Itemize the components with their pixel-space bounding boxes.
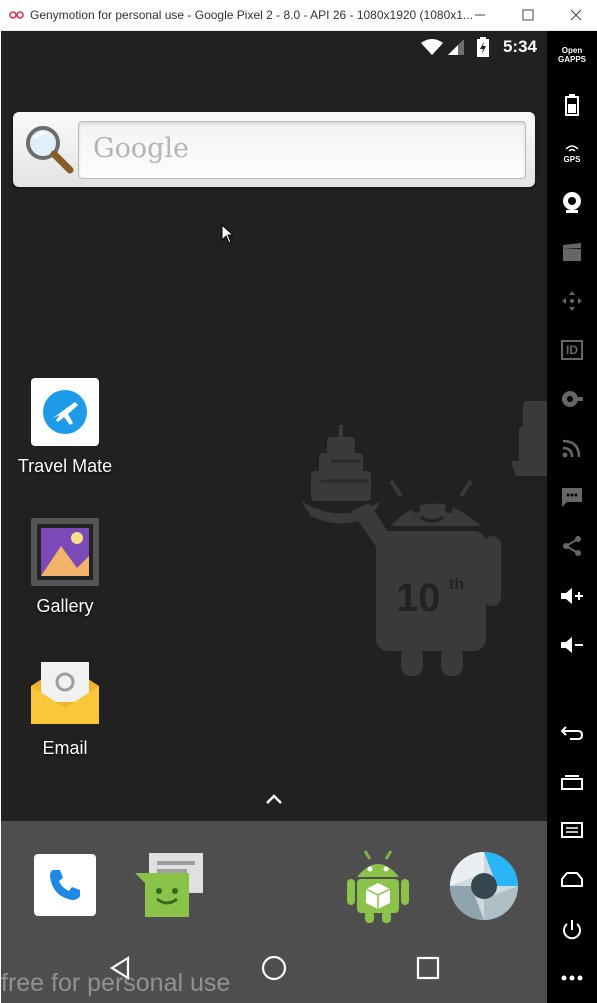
more-button[interactable] bbox=[547, 960, 597, 996]
close-icon[interactable] bbox=[566, 6, 586, 24]
app-label-email: Email bbox=[42, 738, 88, 758]
home-button[interactable] bbox=[547, 861, 597, 897]
phone-icon[interactable] bbox=[34, 854, 96, 916]
open-gapps-label-1: Open bbox=[561, 46, 583, 55]
sms-icon bbox=[562, 488, 582, 507]
open-gapps-label-2: GAPPS bbox=[557, 55, 586, 64]
menu-icon bbox=[561, 822, 583, 838]
gps-label: GPS bbox=[563, 154, 581, 164]
app-gallery[interactable]: Gallery bbox=[15, 518, 115, 617]
recent-apps-icon bbox=[561, 775, 583, 790]
app-email[interactable]: Email bbox=[15, 658, 115, 759]
identifiers-label: ID bbox=[561, 340, 583, 360]
search-input[interactable]: Google bbox=[78, 121, 526, 179]
status-bar: 5:34 bbox=[1, 31, 547, 63]
search-placeholder: Google bbox=[93, 133, 189, 164]
home-shape-icon bbox=[561, 872, 583, 887]
home-icon[interactable] bbox=[259, 953, 289, 983]
power-icon bbox=[563, 920, 581, 940]
gallery-icon[interactable] bbox=[31, 518, 99, 586]
dpad-icon bbox=[562, 291, 582, 311]
watermark-text: free for personal use bbox=[1, 969, 231, 997]
app-label-gallery: Gallery bbox=[36, 596, 94, 616]
google-search-widget[interactable]: Google bbox=[13, 112, 535, 187]
mouse-cursor-icon bbox=[221, 224, 233, 244]
volume-down-icon bbox=[561, 637, 583, 653]
volume-down-button[interactable] bbox=[547, 627, 597, 663]
gps-signal-icon bbox=[565, 144, 579, 152]
disk-io-button[interactable] bbox=[547, 381, 597, 417]
magnifier-icon[interactable] bbox=[23, 123, 75, 175]
email-icon[interactable] bbox=[27, 658, 103, 728]
wifi-icon bbox=[421, 39, 443, 55]
network-icon bbox=[562, 439, 581, 458]
disk-icon bbox=[562, 391, 583, 407]
clapper-icon bbox=[563, 243, 581, 261]
menu-button[interactable] bbox=[547, 812, 597, 848]
sms-button[interactable] bbox=[547, 479, 597, 515]
android-10th-birthday-wallpaper: 10 th bbox=[301, 401, 547, 676]
app-travel-mate[interactable]: Travel Mate bbox=[15, 378, 115, 477]
share-button[interactable] bbox=[547, 528, 597, 564]
messaging-icon[interactable] bbox=[133, 851, 207, 921]
volume-up-button[interactable] bbox=[547, 578, 597, 614]
window-titlebar: Genymotion for personal use - Google Pix… bbox=[0, 0, 597, 31]
minimize-icon[interactable] bbox=[470, 6, 490, 24]
battery-charging-icon bbox=[477, 37, 489, 57]
app-label-travel-mate: Travel Mate bbox=[17, 456, 113, 476]
open-gapps-button[interactable]: Open GAPPS bbox=[547, 37, 597, 73]
power-button[interactable] bbox=[547, 912, 597, 948]
battery-icon bbox=[565, 94, 579, 116]
wallpaper-badge-sup: th bbox=[449, 576, 464, 593]
cell-signal-icon bbox=[448, 39, 464, 55]
android-screen[interactable]: 5:34 Google 10 th Travel Mate Gallery Em… bbox=[1, 31, 547, 1003]
status-time: 5:34 bbox=[502, 37, 537, 56]
android-back-button[interactable] bbox=[547, 715, 597, 751]
android-apk-icon[interactable] bbox=[345, 847, 411, 925]
recents-icon[interactable] bbox=[413, 953, 443, 983]
battery-button[interactable] bbox=[547, 87, 597, 123]
wallpaper-badge-text: 10 bbox=[396, 576, 441, 620]
share-icon bbox=[563, 536, 581, 556]
network-button[interactable] bbox=[547, 430, 597, 466]
maximize-icon[interactable] bbox=[518, 6, 538, 24]
travel-mate-icon[interactable] bbox=[31, 378, 99, 446]
genymotion-logo-icon bbox=[9, 11, 24, 19]
more-icon bbox=[561, 975, 583, 981]
webcam-icon bbox=[563, 192, 581, 213]
back-arrow-icon bbox=[560, 726, 584, 740]
window-title: Genymotion for personal use - Google Pix… bbox=[30, 8, 473, 22]
gps-button[interactable]: GPS bbox=[547, 136, 597, 172]
genymotion-sidebar: Open GAPPS GPS ID bbox=[547, 31, 597, 1003]
camera-icon[interactable] bbox=[449, 851, 519, 921]
webcam-button[interactable] bbox=[547, 184, 597, 220]
dpad-button[interactable] bbox=[547, 283, 597, 319]
volume-up-icon bbox=[561, 588, 583, 604]
identifiers-button[interactable]: ID bbox=[547, 332, 597, 368]
chevron-up-icon[interactable] bbox=[263, 791, 285, 807]
capture-button[interactable] bbox=[547, 234, 597, 270]
recent-apps-button[interactable] bbox=[547, 764, 597, 800]
